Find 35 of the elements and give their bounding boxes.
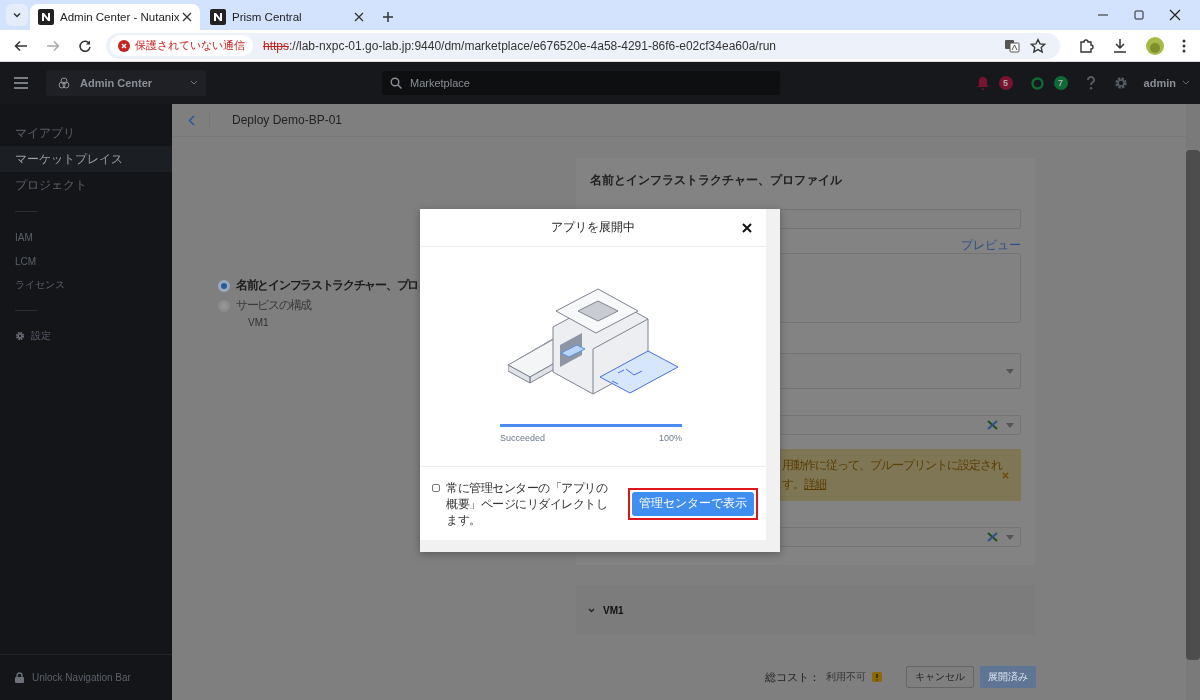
sidebar-item[interactable]: LCM: [0, 249, 172, 273]
alert-count[interactable]: 5: [998, 76, 1013, 90]
security-chip[interactable]: 保護されていない通信: [110, 35, 253, 56]
section-heading: 名前とインフラストラクチャー、プロファイル: [590, 172, 843, 189]
sidebar-item[interactable]: IAM: [0, 225, 172, 249]
sidebar-item[interactable]: プロジェクト: [0, 172, 172, 198]
status-text: Succeeded: [500, 433, 546, 443]
checkbox-label[interactable]: 常に管理センターの「アプリの概要」ページにリダイレクトします。: [446, 479, 618, 528]
sidebar-item[interactable]: 設定: [0, 324, 172, 348]
step-label[interactable]: 名前とインフラストラクチャー、プロ: [236, 277, 418, 294]
page-title: Deploy Demo-BP-01: [232, 113, 343, 127]
sidebar-item[interactable]: マーケットプレイス: [0, 146, 172, 172]
browser-tab[interactable]: Prism Central: [202, 4, 372, 30]
preview-link[interactable]: プレビュー: [961, 237, 1021, 251]
task-count[interactable]: 7: [1053, 76, 1068, 90]
view-in-admin-center-button[interactable]: 管理センターで表示: [632, 491, 754, 516]
step-label[interactable]: サービスの構成: [236, 297, 311, 314]
browser-tab[interactable]: Admin Center - Nutanix: [30, 4, 200, 30]
details-link[interactable]: 詳細: [804, 477, 826, 491]
app-switcher[interactable]: Admin Center: [46, 70, 206, 96]
address-field[interactable]: 保護されていない通信 https://lab-nxpc-01.go-lab.jp:9440/dm/marketplace/e676520e-4a58-4291-86f6-e02cf34ea60a/run: [106, 32, 1060, 59]
percent-text: 100%: [658, 433, 682, 443]
section-title[interactable]: VM1: [603, 604, 624, 616]
sidebar-item[interactable]: ライセンス: [0, 273, 172, 297]
cancel-button[interactable]: キャンセル: [906, 666, 974, 688]
sidebar-item[interactable]: マイアプリ: [0, 120, 172, 146]
cost-value: 利用不可: [826, 670, 866, 684]
search-field[interactable]: Marketplace: [382, 71, 780, 95]
dialog-title: アプリを展開中: [551, 219, 635, 236]
url-text: https://lab-nxpc-01.go-lab.jp:9440/dm/marketplace/e676520e-4a58-4291-86f6-e02cf34ea60a/run: [263, 38, 777, 53]
security-label: 保護されていない通信: [135, 38, 245, 53]
alert-text: 用動作に従って、ブループリントに設定され す。詳細: [782, 457, 1002, 493]
step-label[interactable]: VM1: [248, 317, 269, 328]
cost-label: 総コスト：: [765, 669, 820, 685]
user-menu[interactable]: admin: [1143, 77, 1176, 89]
